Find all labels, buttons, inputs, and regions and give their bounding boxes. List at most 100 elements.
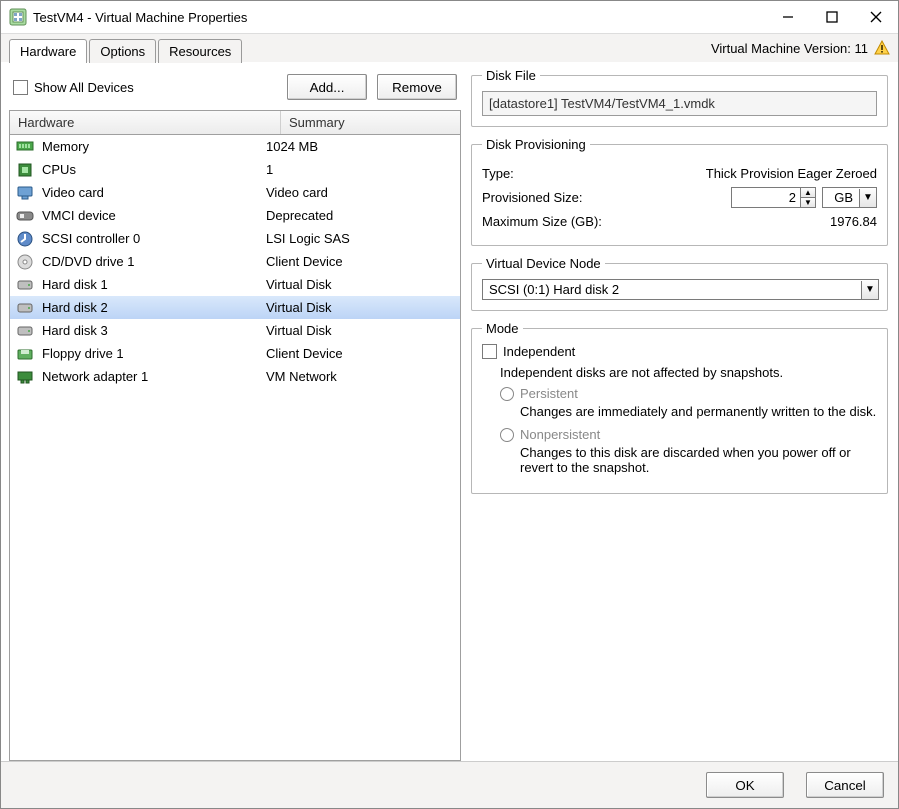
hardware-name: Hard disk 1: [42, 277, 262, 292]
dialog-footer: OK Cancel: [1, 761, 898, 808]
radio-icon: [500, 387, 514, 401]
vdn-legend: Virtual Device Node: [482, 256, 605, 271]
hardware-name: SCSI controller 0: [42, 231, 262, 246]
independent-description: Independent disks are not affected by sn…: [500, 365, 877, 380]
hardware-summary: LSI Logic SAS: [262, 231, 454, 246]
hardware-row[interactable]: Video cardVideo card: [10, 181, 460, 204]
add-button[interactable]: Add...: [287, 74, 367, 100]
ok-button[interactable]: OK: [706, 772, 784, 798]
spinner-up-icon[interactable]: ▲: [801, 188, 815, 197]
scsi-icon: [16, 230, 34, 248]
floppy-icon: [16, 345, 34, 363]
hardware-name: Memory: [42, 139, 262, 154]
tab-options[interactable]: Options: [89, 39, 156, 63]
hardware-summary: VM Network: [262, 369, 454, 384]
persistent-label: Persistent: [520, 386, 578, 401]
minimize-button[interactable]: [766, 1, 810, 33]
provisioned-size-spinner[interactable]: ▲ ▼: [731, 187, 816, 208]
hardware-name: Network adapter 1: [42, 369, 262, 384]
persistent-radio: Persistent: [500, 386, 877, 401]
chevron-down-icon: ▼: [861, 281, 878, 299]
provisioned-size-input[interactable]: [732, 188, 800, 207]
hardware-row[interactable]: SCSI controller 0LSI Logic SAS: [10, 227, 460, 250]
hardware-summary: Virtual Disk: [262, 277, 454, 292]
remove-button[interactable]: Remove: [377, 74, 457, 100]
persistent-description: Changes are immediately and permanently …: [520, 404, 877, 419]
hardware-name: Hard disk 3: [42, 323, 262, 338]
hardware-list[interactable]: Memory1024 MBCPUs1Video cardVideo cardVM…: [9, 135, 461, 761]
vdn-value: SCSI (0:1) Hard disk 2: [483, 280, 861, 299]
hardware-name: CD/DVD drive 1: [42, 254, 262, 269]
tabs: Hardware Options Resources: [9, 34, 244, 62]
hardware-name: VMCI device: [42, 208, 262, 223]
disk-file-group: Disk File [datastore1] TestVM4/TestVM4_1…: [471, 68, 888, 127]
maximize-button[interactable]: [810, 1, 854, 33]
tab-resources[interactable]: Resources: [158, 39, 242, 63]
hardware-summary: 1: [262, 162, 454, 177]
checkbox-icon: [482, 344, 497, 359]
vdn-combo[interactable]: SCSI (0:1) Hard disk 2 ▼: [482, 279, 879, 300]
hardware-name: Video card: [42, 185, 262, 200]
tabs-row: Hardware Options Resources Virtual Machi…: [1, 34, 898, 62]
vsphere-icon: [9, 8, 27, 26]
cpu-icon: [16, 161, 34, 179]
column-summary[interactable]: Summary: [281, 111, 460, 134]
independent-label: Independent: [503, 344, 575, 359]
video-icon: [16, 184, 34, 202]
chevron-down-icon: ▼: [859, 189, 876, 207]
hardware-summary: Client Device: [262, 346, 454, 361]
checkbox-icon: [13, 80, 28, 95]
cd-icon: [16, 253, 34, 271]
show-all-devices-checkbox[interactable]: Show All Devices: [13, 80, 134, 95]
hardware-row[interactable]: Network adapter 1VM Network: [10, 365, 460, 388]
content-area: Show All Devices Add... Remove Hardware …: [1, 62, 898, 761]
titlebar: TestVM4 - Virtual Machine Properties: [1, 1, 898, 34]
hardware-row[interactable]: CPUs1: [10, 158, 460, 181]
disk-icon: [16, 322, 34, 340]
spinner-down-icon[interactable]: ▼: [801, 197, 815, 207]
column-hardware[interactable]: Hardware: [10, 111, 281, 134]
show-all-devices-label: Show All Devices: [34, 80, 134, 95]
nonpersistent-description: Changes to this disk are discarded when …: [520, 445, 877, 475]
maximum-size-value: 1976.84: [652, 214, 877, 229]
disk-type-label: Type:: [482, 166, 612, 181]
hardware-summary: Video card: [262, 185, 454, 200]
maximum-size-label: Maximum Size (GB):: [482, 214, 652, 229]
provisioned-size-label: Provisioned Size:: [482, 190, 612, 205]
memory-icon: [16, 138, 34, 156]
vm-properties-window: TestVM4 - Virtual Machine Properties Har…: [0, 0, 899, 809]
disk-file-path: [datastore1] TestVM4/TestVM4_1.vmdk: [482, 91, 877, 116]
mode-legend: Mode: [482, 321, 523, 336]
nonpersistent-radio: Nonpersistent: [500, 427, 877, 442]
vmci-icon: [16, 207, 34, 225]
disk-prov-legend: Disk Provisioning: [482, 137, 590, 152]
nic-icon: [16, 368, 34, 386]
hardware-summary: 1024 MB: [262, 139, 454, 154]
disk-icon: [16, 299, 34, 317]
hardware-row[interactable]: Hard disk 3Virtual Disk: [10, 319, 460, 342]
hardware-row[interactable]: Floppy drive 1Client Device: [10, 342, 460, 365]
left-panel: Show All Devices Add... Remove Hardware …: [9, 68, 461, 761]
independent-checkbox[interactable]: Independent: [482, 344, 877, 359]
disk-icon: [16, 276, 34, 294]
hardware-name: CPUs: [42, 162, 262, 177]
hardware-summary: Virtual Disk: [262, 300, 454, 315]
hardware-row[interactable]: VMCI deviceDeprecated: [10, 204, 460, 227]
hardware-row[interactable]: Hard disk 1Virtual Disk: [10, 273, 460, 296]
radio-icon: [500, 428, 514, 442]
hardware-row[interactable]: CD/DVD drive 1Client Device: [10, 250, 460, 273]
size-unit-combo[interactable]: GB ▼: [822, 187, 877, 208]
virtual-device-node-group: Virtual Device Node SCSI (0:1) Hard disk…: [471, 256, 888, 311]
disk-type-value: Thick Provision Eager Zeroed: [612, 166, 877, 181]
cancel-button[interactable]: Cancel: [806, 772, 884, 798]
tab-hardware[interactable]: Hardware: [9, 39, 87, 63]
hardware-row[interactable]: Hard disk 2Virtual Disk: [10, 296, 460, 319]
disk-provisioning-group: Disk Provisioning Type: Thick Provision …: [471, 137, 888, 246]
hardware-row[interactable]: Memory1024 MB: [10, 135, 460, 158]
vm-version-label: Virtual Machine Version: 11: [711, 41, 868, 56]
close-button[interactable]: [854, 1, 898, 33]
size-unit-value: GB: [823, 188, 859, 207]
hardware-list-header: Hardware Summary: [9, 110, 461, 135]
warning-icon: [874, 40, 890, 56]
hardware-summary: Virtual Disk: [262, 323, 454, 338]
